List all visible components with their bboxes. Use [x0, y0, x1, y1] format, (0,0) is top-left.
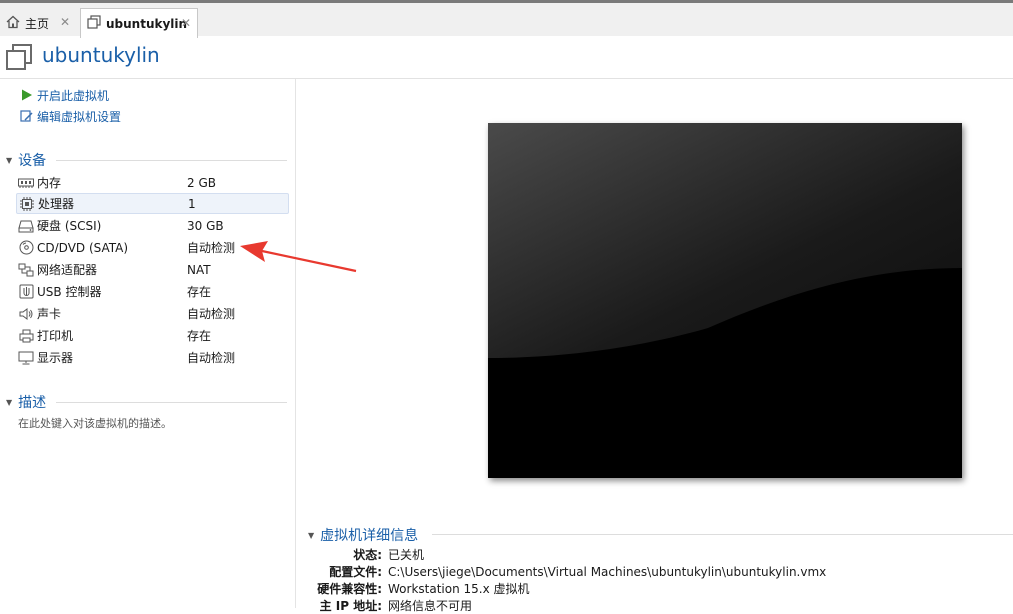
device-value: 存在 — [187, 329, 212, 343]
device-row-sound-card[interactable]: 声卡 自动检测 — [16, 303, 289, 324]
device-name: 网络适配器 — [37, 263, 98, 277]
device-value: 自动检测 — [187, 241, 236, 255]
devices-section-title: 设备 — [18, 153, 47, 169]
detail-value: Workstation 15.x 虚拟机 — [388, 582, 530, 596]
device-row-display[interactable]: 显示器 自动检测 — [16, 347, 289, 368]
edit-settings-action[interactable]: 编辑虚拟机设置 — [20, 107, 121, 125]
section-divider — [56, 402, 287, 403]
detail-key: 配置文件: — [329, 565, 382, 579]
tab-bar: 主页 ✕ ubuntukylin ✕ — [0, 0, 1013, 38]
device-name: USB 控制器 — [37, 285, 102, 299]
device-value: 1 — [188, 196, 196, 211]
tab-ubuntukylin[interactable]: ubuntukylin ✕ — [80, 8, 198, 38]
detail-key: 硬件兼容性: — [317, 582, 382, 596]
detail-value: C:\Users\jiege\Documents\Virtual Machine… — [388, 564, 827, 579]
device-value: 自动检测 — [187, 307, 236, 321]
description-section-header[interactable]: ▼ 描述 — [6, 393, 46, 411]
close-icon[interactable]: ✕ — [181, 16, 191, 30]
device-value: 自动检测 — [187, 351, 236, 365]
collapse-caret-icon: ▼ — [6, 397, 13, 407]
device-name: 声卡 — [37, 307, 62, 321]
description-section-title: 描述 — [18, 395, 47, 411]
pane-splitter[interactable] — [295, 79, 296, 608]
printer-icon — [18, 328, 34, 344]
cd-dvd-icon — [18, 240, 34, 256]
device-row-processor[interactable]: 处理器 1 — [16, 193, 289, 214]
device-name: CD/DVD (SATA) — [37, 240, 129, 255]
edit-settings-label: 编辑虚拟机设置 — [37, 109, 122, 124]
device-name: 显示器 — [37, 351, 74, 365]
vm-header: ubuntukylin — [0, 36, 1013, 78]
details-section-header[interactable]: ▼ 虚拟机详细信息 — [308, 526, 418, 544]
play-icon — [20, 89, 33, 102]
section-divider — [56, 160, 287, 161]
detail-row-state: 状态: 已关机 — [300, 546, 424, 563]
home-icon — [6, 15, 20, 32]
device-value: 30 GB — [187, 218, 224, 233]
cpu-icon — [19, 196, 35, 212]
device-value: NAT — [187, 262, 211, 277]
display-icon — [18, 350, 34, 366]
vm-icon — [87, 15, 101, 32]
detail-row-ip-address: 主 IP 地址: 网络信息不可用 — [300, 597, 472, 614]
power-on-label: 开启此虚拟机 — [37, 88, 110, 103]
device-value: 2 GB — [187, 175, 216, 190]
device-name: 打印机 — [37, 329, 74, 343]
left-pane: 开启此虚拟机 编辑虚拟机设置 ▼ 设备 内存 2 GB 处理器 1 硬盘 (SC… — [0, 79, 295, 608]
device-row-usb-controller[interactable]: USB 控制器 存在 — [16, 281, 289, 302]
device-row-memory[interactable]: 内存 2 GB — [16, 172, 289, 193]
device-row-cd-dvd[interactable]: CD/DVD (SATA) 自动检测 — [16, 237, 289, 258]
detail-key: 状态: — [353, 548, 382, 562]
usb-icon — [18, 284, 34, 300]
edit-settings-icon — [20, 109, 33, 123]
vm-preview-thumbnail[interactable] — [488, 123, 962, 478]
device-row-hard-disk[interactable]: 硬盘 (SCSI) 30 GB — [16, 215, 289, 236]
details-section-title: 虚拟机详细信息 — [320, 528, 419, 544]
hard-disk-icon — [18, 218, 34, 234]
detail-row-config-file: 配置文件: C:\Users\jiege\Documents\Virtual M… — [300, 563, 826, 580]
tab-home[interactable]: 主页 ✕ — [0, 8, 76, 38]
tab-ubuntukylin-label: ubuntukylin — [106, 16, 188, 31]
devices-section-header[interactable]: ▼ 设备 — [6, 151, 46, 169]
detail-row-hardware-compat: 硬件兼容性: Workstation 15.x 虚拟机 — [300, 580, 530, 597]
detail-value: 网络信息不可用 — [388, 599, 473, 613]
device-name: 处理器 — [38, 197, 75, 211]
device-name: 硬盘 (SCSI) — [37, 219, 102, 233]
detail-value: 已关机 — [388, 548, 425, 562]
detail-key: 主 IP 地址: — [319, 599, 382, 613]
device-row-network-adapter[interactable]: 网络适配器 NAT — [16, 259, 289, 280]
device-row-printer[interactable]: 打印机 存在 — [16, 325, 289, 346]
network-adapter-icon — [18, 262, 34, 278]
tab-home-label: 主页 — [25, 16, 50, 31]
collapse-caret-icon: ▼ — [308, 530, 315, 540]
device-value: 存在 — [187, 285, 212, 299]
description-placeholder[interactable]: 在此处键入对该虚拟机的描述。 — [18, 415, 172, 431]
page-title: ubuntukylin — [42, 43, 160, 67]
section-divider — [432, 534, 1013, 535]
device-name: 内存 — [37, 176, 62, 190]
sound-card-icon — [18, 306, 34, 322]
collapse-caret-icon: ▼ — [6, 155, 13, 165]
memory-icon — [18, 175, 34, 191]
close-icon[interactable]: ✕ — [60, 15, 70, 29]
power-on-action[interactable]: 开启此虚拟机 — [20, 86, 109, 104]
vm-icon — [5, 43, 33, 71]
